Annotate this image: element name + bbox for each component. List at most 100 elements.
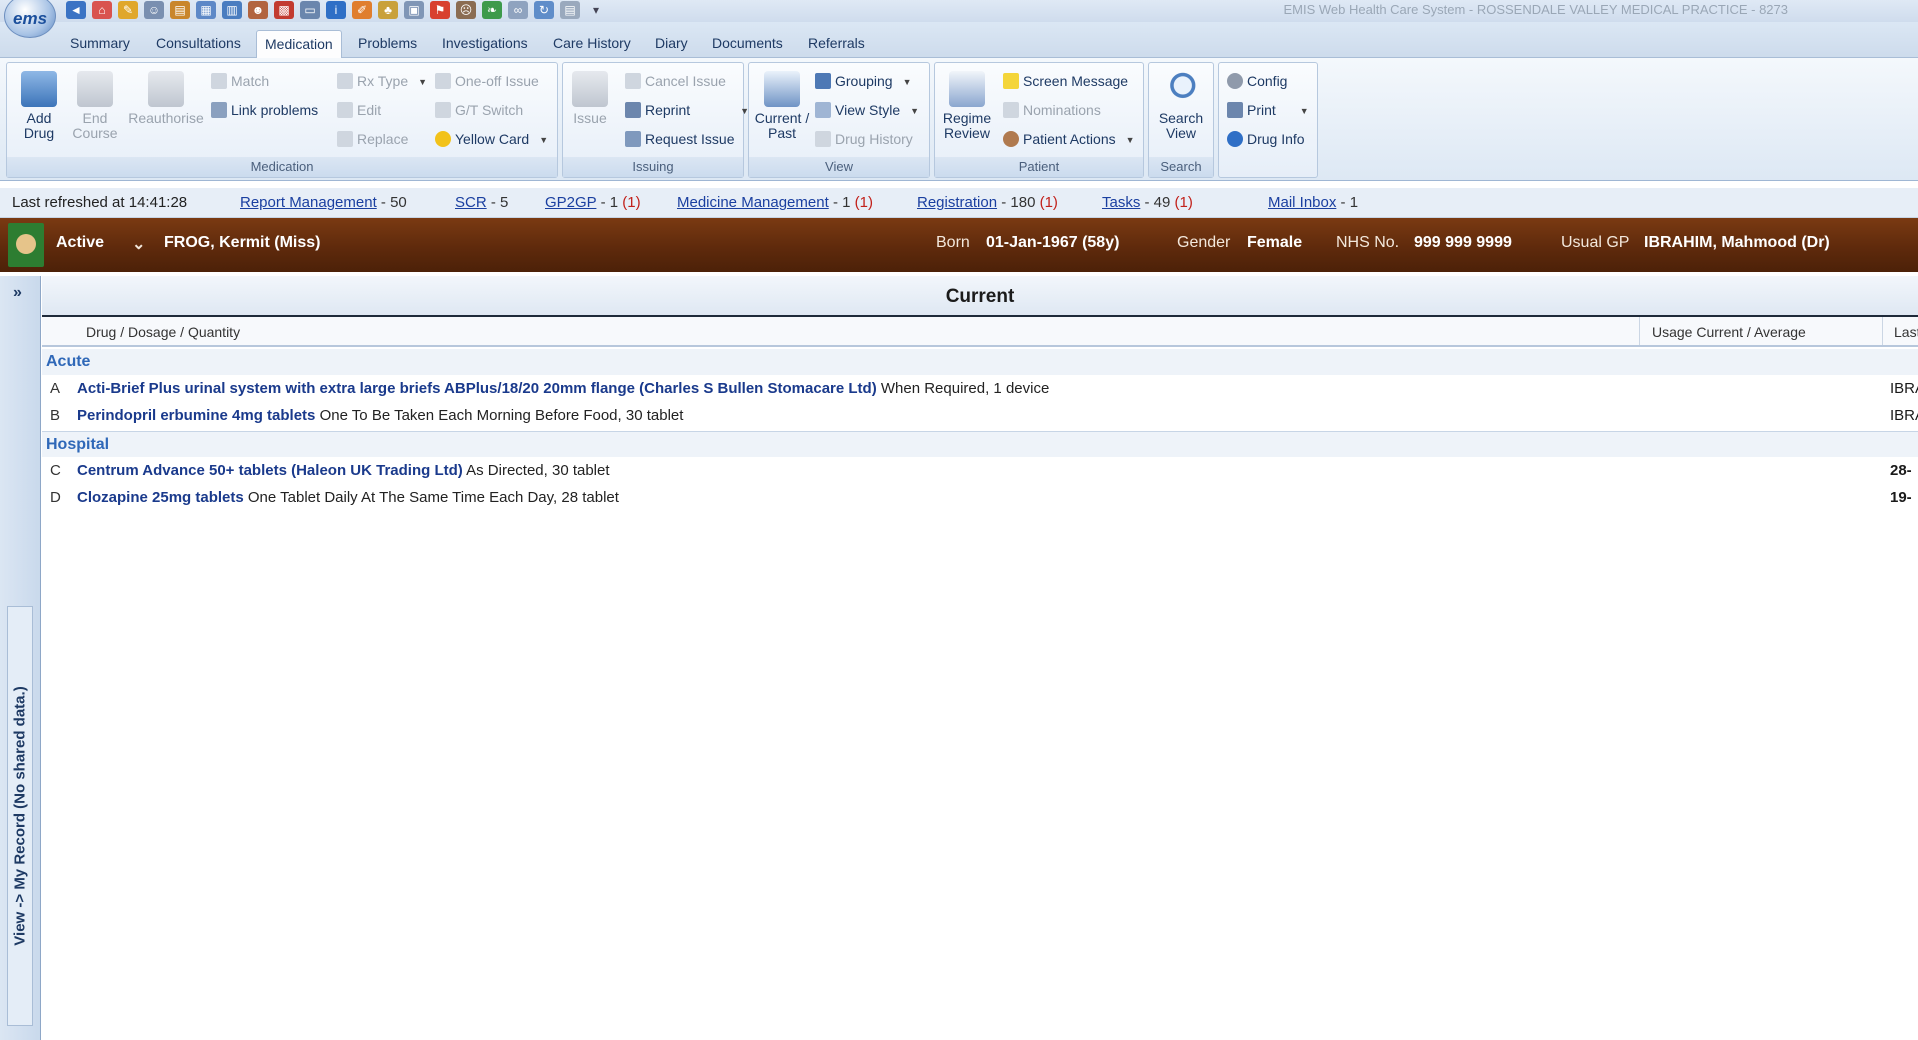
print-dropdown-icon: ▼ [1299,106,1309,116]
tab-problems[interactable]: Problems [350,32,425,58]
match-button[interactable]: Match [211,71,269,91]
refresh-icon[interactable]: ↻ [534,1,554,19]
reauthorise-button[interactable]: Reauthorise [123,71,209,126]
person-icon [16,234,36,254]
replace-icon [337,131,353,147]
clipboard-icon[interactable]: ▣ [404,1,424,19]
people-icon[interactable]: ☺ [144,1,164,19]
document-icon[interactable]: ▥ [222,1,242,19]
link-icon[interactable]: ∞ [508,1,528,19]
my-record-tab[interactable]: View -> My Record (No shared data.) [7,606,33,1026]
calendar-icon[interactable]: ▦ [196,1,216,19]
print-button[interactable]: Print ▼ [1227,100,1309,120]
yellow-card-button[interactable]: Yellow Card ▼ [435,129,548,149]
link-problems-button[interactable]: Link problems [211,100,318,120]
tab-diary[interactable]: Diary [647,32,696,58]
cancel-issue-button[interactable]: Cancel Issue [625,71,726,91]
grouping-button[interactable]: Grouping ▼ [815,71,912,91]
back-icon[interactable]: ◄ [66,1,86,19]
search-view-button[interactable]: Search View [1151,71,1211,141]
mail-inbox-link[interactable]: Mail Inbox [1268,194,1336,211]
group-header-hospital[interactable]: Hospital [42,431,1918,457]
tab-care-history[interactable]: Care History [545,32,639,58]
end-course-button[interactable]: End Course [69,71,121,141]
config-button[interactable]: Config [1227,71,1287,91]
yellow-card-icon [435,131,451,147]
replace-button[interactable]: Replace [337,129,408,149]
one-off-issue-button[interactable]: One-off Issue [435,71,539,91]
column-last[interactable]: Last [1894,324,1918,340]
patient-avatar[interactable] [8,223,44,267]
column-separator [1639,317,1640,345]
screen-message-button[interactable]: Screen Message [1003,71,1128,91]
column-usage[interactable]: Usage Current / Average [1652,324,1806,340]
registration-status: Registration - 180 (1) [917,194,1058,211]
report-management-link[interactable]: Report Management [240,194,377,211]
note-icon[interactable]: ▭ [300,1,320,19]
reauthorise-icon [148,71,184,107]
reprint-button[interactable]: Reprint ▼ [625,100,749,120]
tasks-link[interactable]: Tasks [1102,194,1140,211]
column-header: Drug / Dosage / Quantity Usage Current /… [42,317,1918,347]
search-group-label: Search [1149,157,1213,177]
table-row[interactable]: A Acti-Brief Plus urinal system with ext… [42,375,1918,402]
patient-status[interactable]: Active [56,234,104,252]
edit-icon [337,102,353,118]
drug-info-button[interactable]: Drug Info [1227,129,1305,149]
tab-medication[interactable]: Medication [256,30,342,59]
pencil-icon[interactable]: ✎ [118,1,138,19]
end-course-icon [77,71,113,107]
add-drug-icon [21,71,57,107]
table-row[interactable]: B Perindopril erbumine 4mg tablets One T… [42,402,1918,429]
user-icon[interactable]: ☹ [456,1,476,19]
tab-documents[interactable]: Documents [704,32,791,58]
request-issue-button[interactable]: Request Issue [625,129,735,149]
medicine-management-link[interactable]: Medicine Management [677,194,829,211]
table-row[interactable]: D Clozapine 25mg tablets One Tablet Dail… [42,484,1918,511]
registration-link[interactable]: Registration [917,194,997,211]
regime-review-button[interactable]: Regime Review [937,71,997,141]
usual-gp-label: Usual GP [1561,234,1630,251]
book-icon[interactable]: ▤ [170,1,190,19]
column-drug[interactable]: Drug / Dosage / Quantity [86,324,240,340]
tab-referrals[interactable]: Referrals [800,32,873,58]
scr-link[interactable]: SCR [455,194,487,211]
drug-history-button[interactable]: Drug History [815,129,913,149]
patient-actions-dropdown-icon: ▼ [1125,135,1135,145]
patient-actions-button[interactable]: Patient Actions ▼ [1003,129,1135,149]
network-icon[interactable]: ♣ [378,1,398,19]
medication-grid: Current Drug / Dosage / Quantity Usage C… [42,276,1918,1040]
group-header-acute[interactable]: Acute [42,349,1918,375]
expand-banner-icon[interactable]: ⌄ [132,234,145,254]
clipboard-list-icon[interactable]: ▤ [560,1,580,19]
customize-dropdown-icon[interactable]: ▾ [586,1,606,19]
gt-switch-button[interactable]: G/T Switch [435,100,523,120]
info-icon[interactable]: i [326,1,346,19]
edit-button[interactable]: Edit [337,100,381,120]
ribbon: Add Drug End Course Reauthorise Match Li… [0,58,1918,181]
rx-type-button[interactable]: Rx Type ▼ [337,71,427,91]
title-bar: ems ◄ ⌂ ✎ ☺ ▤ ▦ ▥ ☻ ▩ ▭ i ✐ ♣ ▣ ⚑ ☹ ❧ ∞ … [0,0,1918,38]
nominations-button[interactable]: Nominations [1003,100,1101,120]
pen-icon[interactable]: ✐ [352,1,372,19]
leaf-icon[interactable]: ❧ [482,1,502,19]
view-style-button[interactable]: View Style ▼ [815,100,919,120]
expand-panel-icon[interactable]: » [13,284,22,302]
patient-name: FROG, Kermit (Miss) [164,234,321,251]
tab-summary[interactable]: Summary [62,32,138,58]
table-row[interactable]: C Centrum Advance 50+ tablets (Haleon UK… [42,457,1918,484]
tab-consultations[interactable]: Consultations [148,32,249,58]
gt-switch-icon [435,102,451,118]
add-drug-button[interactable]: Add Drug [11,71,67,141]
grid-icon[interactable]: ▩ [274,1,294,19]
window-title: EMIS Web Health Care System - ROSSENDALE… [1283,2,1788,17]
users-icon[interactable]: ☻ [248,1,268,19]
flag-icon[interactable]: ⚑ [430,1,450,19]
gp2gp-link[interactable]: GP2GP [545,194,596,211]
current-past-button[interactable]: Current / Past [751,71,813,141]
tab-investigations[interactable]: Investigations [434,32,536,58]
request-issue-icon [625,131,641,147]
last-refreshed: Last refreshed at 14:41:28 [12,194,188,211]
home-icon[interactable]: ⌂ [92,1,112,19]
issue-button[interactable]: Issue [567,71,613,126]
